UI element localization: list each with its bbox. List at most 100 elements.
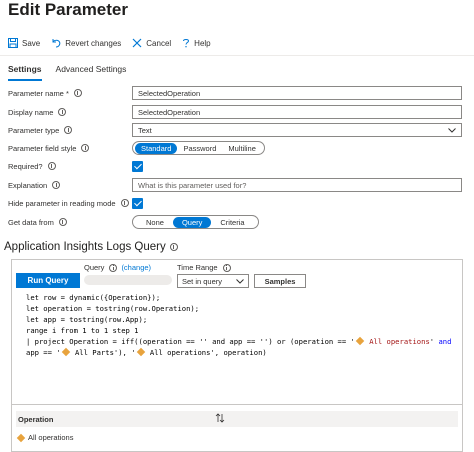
results-header: Operation — [16, 411, 458, 427]
required-row: Required? — [8, 159, 464, 173]
info-icon[interactable] — [222, 263, 231, 272]
hide-label-wrap: Hide parameter in reading mode — [8, 199, 132, 208]
tab-settings[interactable]: Settings — [8, 64, 42, 81]
time-range-select[interactable]: Set in query — [177, 274, 249, 288]
query-label: Query — [84, 263, 105, 272]
toolbar-divider — [0, 55, 474, 56]
diamond-icon — [16, 433, 26, 442]
get-data-toggle: None Query Criteria — [132, 215, 259, 229]
time-range-value: Set in query — [182, 276, 223, 286]
get-data-query[interactable]: Query — [172, 216, 212, 228]
code-line: let row = dynamic({Operation}); — [26, 293, 161, 302]
save-button[interactable]: Save — [8, 38, 40, 48]
query-code-editor[interactable]: let row = dynamic({Operation}); let opera… — [12, 292, 462, 404]
query-resource-placeholder — [84, 275, 172, 285]
info-icon[interactable] — [58, 218, 67, 226]
chevron-down-icon — [236, 278, 244, 284]
parameter-type-select[interactable]: Text — [132, 123, 462, 137]
sort-icon[interactable] — [215, 413, 225, 423]
query-editor-panel: Run Query Query (change) Time Range Set … — [11, 259, 463, 452]
code-line: | project Operation = iff((operation == … — [26, 336, 452, 346]
code-line: let app = tostring(row.App); — [26, 315, 148, 324]
hide-checkbox[interactable] — [132, 197, 143, 209]
parameter-name-label-wrap: Parameter name * — [8, 89, 132, 98]
required-checkbox[interactable] — [132, 160, 143, 172]
change-query-link[interactable]: (change) — [121, 263, 151, 272]
time-range-label-wrap: Time Range — [177, 263, 231, 272]
display-name-label: Display name — [8, 107, 54, 117]
field-style-standard[interactable]: Standard — [135, 142, 178, 154]
explanation-input[interactable]: What is this parameter used for? — [132, 178, 462, 192]
save-label: Save — [22, 38, 41, 48]
revert-button[interactable]: Revert changes — [51, 38, 121, 48]
run-query-button[interactable]: Run Query — [16, 273, 80, 288]
info-icon[interactable] — [47, 162, 56, 170]
column-header-operation[interactable]: Operation — [18, 415, 53, 424]
field-style-multiline[interactable]: Multiline — [222, 143, 262, 154]
result-cell: All operations — [28, 433, 74, 442]
tab-bar: Settings Advanced Settings — [8, 64, 140, 81]
display-name-label-wrap: Display name — [8, 108, 132, 117]
explanation-row: Explanation What is this parameter used … — [8, 178, 464, 192]
get-data-criteria[interactable]: Criteria — [211, 217, 253, 228]
field-style-password[interactable]: Password — [177, 143, 222, 154]
help-icon — [183, 39, 190, 48]
tab-advanced-settings[interactable]: Advanced Settings — [56, 64, 127, 81]
info-icon[interactable] — [64, 126, 73, 134]
samples-button[interactable]: Samples — [254, 274, 306, 288]
field-style-toggle: Standard Password Multiline — [132, 141, 265, 155]
table-row[interactable]: All operations — [16, 433, 74, 442]
cancel-button[interactable]: Cancel — [132, 38, 171, 48]
info-icon[interactable] — [81, 144, 90, 152]
required-label-wrap: Required? — [8, 162, 132, 171]
parameter-type-label: Parameter type — [8, 125, 60, 135]
cancel-label: Cancel — [146, 38, 172, 48]
parameter-name-label: Parameter name * — [8, 88, 69, 98]
get-data-label-wrap: Get data from — [8, 218, 132, 227]
display-name-input[interactable]: SelectedOperation — [132, 105, 462, 119]
help-label: Help — [194, 38, 211, 48]
results-grid: Operation All operations — [12, 404, 462, 452]
toolbar: Save Revert changes Cancel Help — [8, 36, 222, 50]
explanation-label: Explanation — [8, 180, 48, 190]
query-label-wrap: Query (change) — [84, 263, 151, 272]
code-line: let operation = tostring(row.Operation); — [26, 304, 200, 313]
parameter-name-input[interactable]: SelectedOperation — [132, 86, 462, 100]
get-data-label: Get data from — [8, 217, 54, 227]
info-icon[interactable] — [169, 243, 178, 251]
section-title: Application Insights Logs Query — [4, 241, 178, 253]
field-style-row: Parameter field style Standard Password … — [8, 141, 464, 155]
hide-row: Hide parameter in reading mode — [8, 196, 464, 210]
field-style-label-wrap: Parameter field style — [8, 144, 132, 153]
parameter-type-row: Parameter type Text — [8, 123, 464, 137]
close-icon — [132, 38, 142, 48]
undo-icon — [52, 39, 61, 48]
field-style-label: Parameter field style — [8, 143, 77, 153]
hide-label: Hide parameter in reading mode — [8, 198, 116, 208]
info-icon[interactable] — [120, 199, 129, 207]
code-line: app == ' All Parts'), ' All operations',… — [26, 347, 267, 357]
get-data-none[interactable]: None — [137, 217, 173, 228]
time-range-label: Time Range — [177, 263, 218, 272]
explanation-label-wrap: Explanation — [8, 181, 132, 190]
chevron-down-icon — [448, 127, 456, 133]
diamond-icon — [136, 347, 145, 357]
info-icon[interactable] — [52, 181, 61, 189]
parameter-type-label-wrap: Parameter type — [8, 126, 132, 135]
page-title: Edit Parameter — [8, 0, 128, 19]
get-data-row: Get data from None Query Criteria — [8, 215, 464, 229]
info-icon[interactable] — [73, 89, 82, 97]
help-button[interactable]: Help — [182, 38, 211, 48]
display-name-row: Display name SelectedOperation — [8, 105, 464, 119]
diamond-icon — [355, 336, 365, 346]
parameter-type-value: Text — [138, 125, 152, 135]
save-icon — [8, 38, 18, 48]
required-label: Required? — [8, 161, 43, 171]
parameter-name-row: Parameter name * SelectedOperation — [8, 86, 464, 100]
info-icon[interactable] — [58, 108, 67, 116]
diamond-icon — [61, 347, 70, 357]
code-line: range i from 1 to 1 step 1 — [26, 326, 139, 335]
info-icon[interactable] — [109, 263, 118, 272]
revert-label: Revert changes — [65, 38, 122, 48]
section-title-text: Application Insights Logs Query — [4, 241, 166, 253]
